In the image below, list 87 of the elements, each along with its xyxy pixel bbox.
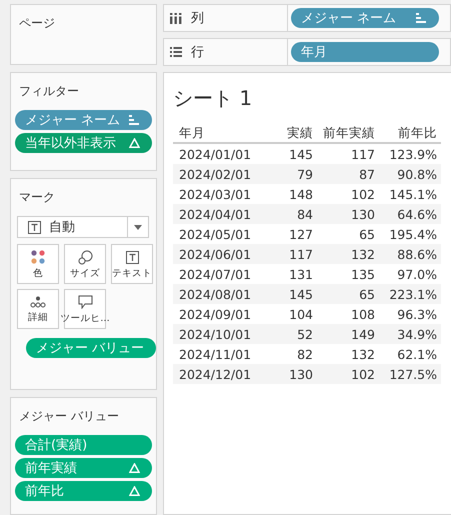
- table-cell: 65: [317, 224, 379, 244]
- table-cell: 127: [269, 224, 317, 244]
- table-cell: 2024/05/01: [173, 224, 269, 244]
- mark-property-button[interactable]: テキスト: [111, 244, 153, 284]
- table-cell: 96.3%: [379, 304, 441, 324]
- field-pill[interactable]: メジャー バリュー: [26, 338, 156, 358]
- table-cell: 2024/03/01: [173, 184, 269, 204]
- sort-icon: [129, 114, 140, 125]
- table-cell: 145: [269, 143, 317, 164]
- mark-property-button[interactable]: 詳細: [17, 289, 59, 330]
- columns-icon: [170, 12, 182, 24]
- table-cell: 62.1%: [379, 344, 441, 364]
- table-cell: 145: [269, 284, 317, 304]
- field-pill[interactable]: メジャー ネーム: [291, 8, 439, 28]
- column-header: 前年比: [379, 124, 441, 143]
- mark-type-label: 自動: [49, 219, 75, 236]
- column-header: 実績: [269, 124, 317, 143]
- table-cell: 2024/04/01: [173, 204, 269, 224]
- table-cell: 87: [317, 164, 379, 184]
- speech-bubble-icon: [78, 295, 92, 310]
- table-cell: 90.8%: [379, 164, 441, 184]
- delta-icon: [129, 486, 140, 496]
- table-cell: 52: [269, 324, 317, 344]
- field-pill[interactable]: メジャー ネーム: [15, 110, 152, 130]
- table-cell: 104: [269, 304, 317, 324]
- table-cell: 117: [317, 143, 379, 164]
- mark-type-dropdown[interactable]: 自動: [17, 216, 149, 238]
- card-title: フィルター: [18, 82, 79, 100]
- table-cell: 79: [269, 164, 317, 184]
- field-pill[interactable]: 年月: [291, 42, 439, 62]
- table-cell: 2024/02/01: [173, 164, 269, 184]
- delta-icon: [129, 138, 140, 148]
- table-cell: 195.4%: [379, 224, 441, 244]
- table-cell: 149: [317, 324, 379, 344]
- table-cell: 2024/08/01: [173, 284, 269, 304]
- table-cell: 2024/07/01: [173, 264, 269, 284]
- sort-icon: [416, 13, 427, 23]
- column-header: 前年実績: [317, 124, 379, 143]
- rows-icon: [170, 47, 182, 57]
- caret-icon: [134, 224, 142, 230]
- mark-property-button[interactable]: 色: [17, 244, 59, 284]
- field-pill[interactable]: 当年以外非表示: [15, 132, 152, 153]
- table-cell: 123.9%: [379, 143, 441, 164]
- table-cell: 2024/12/01: [173, 364, 269, 384]
- table-cell: 2024/11/01: [173, 344, 269, 364]
- card-title: ページ: [18, 15, 55, 32]
- table-cell: 135: [317, 264, 379, 284]
- detail-dots-icon: [30, 296, 46, 308]
- column-header: 年月: [173, 124, 269, 143]
- table-cell: 2024/01/01: [173, 143, 269, 164]
- table-cell: 88.6%: [379, 244, 441, 264]
- text-icon: [28, 220, 41, 234]
- table-cell: 117: [269, 244, 317, 264]
- table-cell: 34.9%: [379, 324, 441, 344]
- sheet-title: シート 1: [173, 85, 252, 112]
- table-cell: 102: [317, 184, 379, 204]
- table-cell: 148: [269, 184, 317, 204]
- table-cell: 2024/09/01: [173, 304, 269, 324]
- table-cell: 84: [269, 204, 317, 224]
- table-cell: 130: [317, 204, 379, 224]
- table-cell: 127.5%: [379, 364, 441, 384]
- table-cell: 102: [317, 364, 379, 384]
- card-title: メジャー バリュー: [18, 408, 119, 426]
- table-cell: 97.0%: [379, 264, 441, 284]
- table-cell: 108: [317, 304, 379, 324]
- field-pill[interactable]: 前年実績: [15, 458, 152, 478]
- size-circles-icon: [78, 250, 92, 266]
- table-cell: 2024/10/01: [173, 324, 269, 344]
- table-cell: 2024/06/01: [173, 244, 269, 264]
- shelf-label: 列: [191, 10, 204, 27]
- field-pill[interactable]: 合計(実績): [15, 435, 152, 456]
- table-cell: 132: [317, 344, 379, 364]
- table-cell: 130: [269, 364, 317, 384]
- shelf-label: 行: [191, 44, 204, 61]
- field-pill[interactable]: 前年比: [15, 481, 152, 502]
- table-cell: 132: [317, 244, 379, 264]
- delta-icon: [129, 463, 140, 474]
- mark-property-button[interactable]: サイズ: [64, 244, 106, 284]
- table-cell: 65: [317, 284, 379, 304]
- table-cell: 145.1%: [379, 184, 441, 204]
- color-dots-icon: [31, 250, 45, 264]
- table-cell: 131: [269, 264, 317, 284]
- table-cell: 82: [269, 344, 317, 364]
- card-title: マーク: [18, 189, 55, 206]
- table-cell: 223.1%: [379, 284, 441, 304]
- text-icon: [126, 250, 138, 264]
- table-cell: 64.6%: [379, 204, 441, 224]
